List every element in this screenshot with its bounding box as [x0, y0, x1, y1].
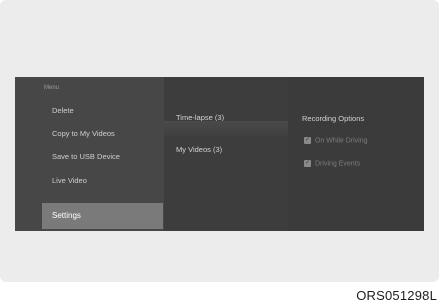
folder-list: Time-lapse (3) My Videos (3): [164, 77, 288, 231]
infotainment-screen: Menu Delete Copy to My Videos Save to US…: [15, 77, 424, 231]
option-label: On While Driving: [315, 137, 368, 145]
menu-item-copy-to-my-videos[interactable]: Copy to My Videos: [42, 126, 164, 142]
checkbox-checked-icon[interactable]: ✓: [304, 137, 311, 144]
option-driving-events[interactable]: ✓ Driving Events: [304, 160, 360, 167]
menu-item-delete[interactable]: Delete: [42, 103, 164, 119]
option-on-while-driving[interactable]: ✓ On While Driving: [304, 137, 368, 144]
figure-code: ORS051298L: [356, 288, 437, 303]
menu-item-live-video[interactable]: Live Video: [42, 173, 164, 189]
menu-title: Menu: [44, 85, 60, 91]
option-label: Driving Events: [315, 160, 361, 168]
folder-my-videos[interactable]: My Videos (3): [176, 145, 222, 154]
checkbox-checked-icon[interactable]: ✓: [304, 160, 311, 167]
recording-options-title: Recording Options: [302, 114, 365, 123]
menu-sidebar: Menu Delete Copy to My Videos Save to US…: [15, 77, 164, 231]
menu-item-save-to-usb[interactable]: Save to USB Device: [42, 149, 164, 165]
recording-options-panel: Recording Options ✓ On While Driving ✓ Dri…: [288, 77, 424, 231]
folder-highlight: [164, 121, 288, 137]
menu-item-settings[interactable]: Settings: [42, 203, 163, 229]
